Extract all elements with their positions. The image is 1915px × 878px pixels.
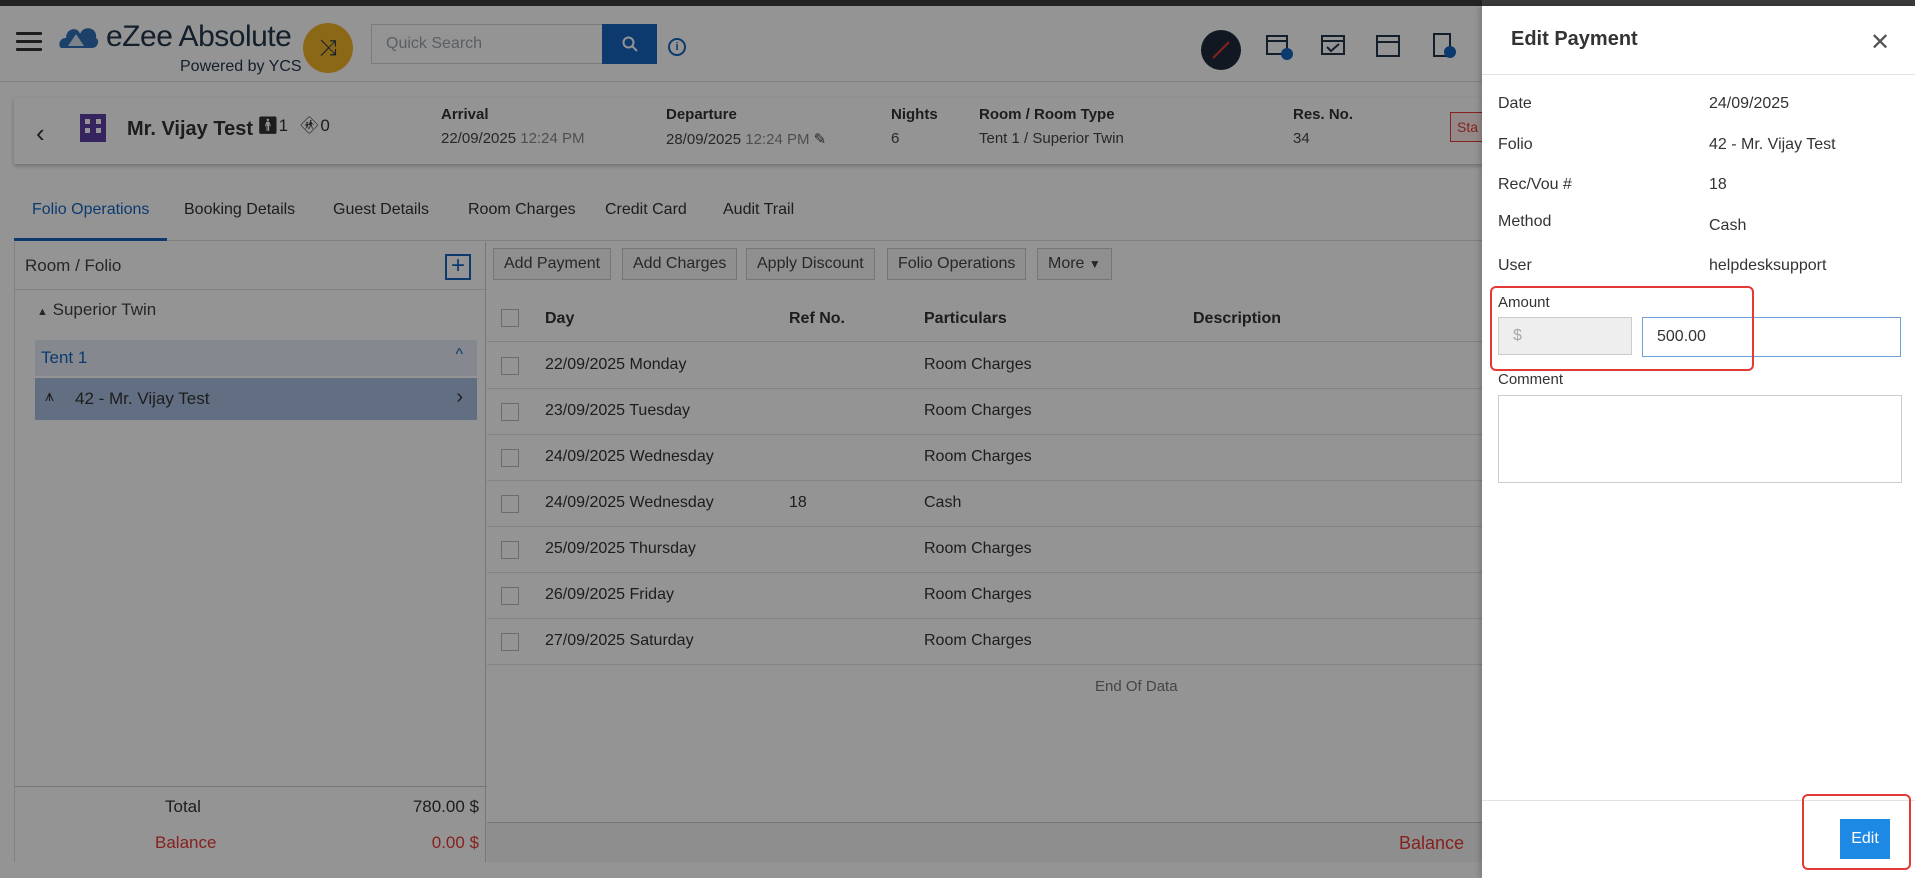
- comment-textarea[interactable]: [1498, 395, 1902, 483]
- user-value: helpdesksupport: [1709, 257, 1827, 274]
- app-window: eZee Absolute Powered by YCS ⤨ Quick Sea…: [0, 0, 1915, 878]
- method-value: Cash: [1709, 217, 1747, 234]
- amount-input[interactable]: [1642, 317, 1901, 357]
- date-value: 24/09/2025: [1709, 95, 1790, 112]
- amount-label: Amount: [1498, 294, 1550, 311]
- folio-field-value: 42 - Mr. Vijay Test: [1709, 136, 1836, 153]
- modal-backdrop[interactable]: [0, 0, 1482, 878]
- rec-vou-label: Rec/Vou #: [1498, 176, 1572, 193]
- date-label: Date: [1498, 95, 1532, 112]
- edit-payment-drawer: Edit Payment ✕ Date 24/09/2025 Folio 42 …: [1482, 6, 1915, 878]
- rec-vou-value: 18: [1709, 176, 1727, 193]
- drawer-footer-divider: [1482, 800, 1915, 801]
- drawer-divider: [1482, 74, 1915, 75]
- edit-button[interactable]: Edit: [1840, 819, 1890, 859]
- currency-field: $: [1498, 317, 1632, 355]
- drawer-title: Edit Payment: [1511, 28, 1638, 50]
- folio-field-label: Folio: [1498, 136, 1533, 153]
- method-label: Method: [1498, 213, 1552, 230]
- comment-label: Comment: [1498, 371, 1564, 388]
- user-label: User: [1498, 257, 1532, 274]
- close-icon[interactable]: ✕: [1870, 28, 1890, 57]
